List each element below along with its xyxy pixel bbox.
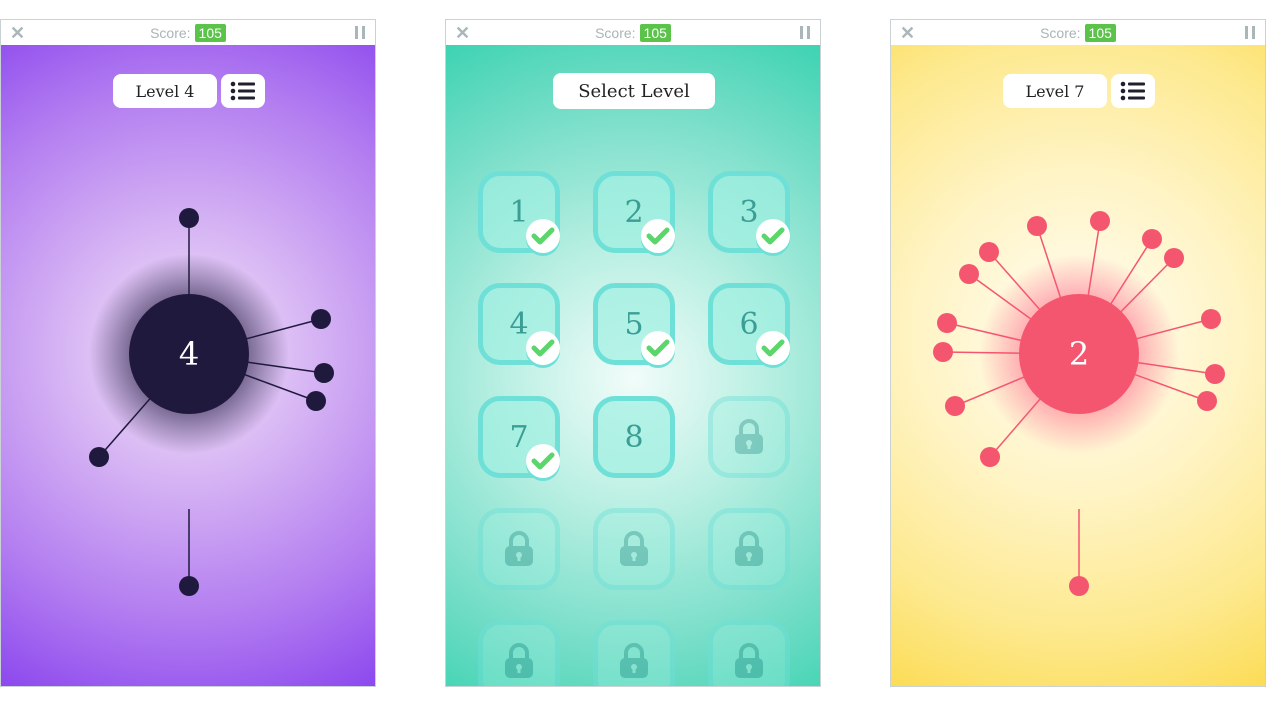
pin-dot <box>1142 229 1162 249</box>
list-icon <box>1120 81 1145 101</box>
top-bar: ✕ Score: 105 <box>446 20 820 45</box>
level-tile-locked <box>708 620 790 686</box>
pin-dot <box>933 342 953 362</box>
pin-dot <box>959 264 979 284</box>
pin-dot <box>89 447 109 467</box>
level-number: 8 <box>624 419 644 455</box>
lock-icon <box>735 643 763 678</box>
completed-check-icon <box>641 219 675 253</box>
pin-dot <box>1197 391 1217 411</box>
level-tile-1[interactable]: 1 <box>478 171 560 253</box>
top-bar: ✕ Score: 105 <box>891 20 1265 45</box>
game-area[interactable]: 2 Level 7 <box>891 45 1265 686</box>
pin-dot <box>306 391 326 411</box>
level-menu-button[interactable] <box>221 74 265 108</box>
score-label: Score: <box>150 24 191 41</box>
list-icon <box>230 81 255 101</box>
score-badge: 105 <box>639 23 671 42</box>
completed-check-icon <box>526 219 560 253</box>
level-tile-3[interactable]: 3 <box>708 171 790 253</box>
game-area[interactable]: 4 Level 4 <box>1 45 375 686</box>
lock-icon <box>620 531 648 566</box>
score-label: Score: <box>595 24 636 41</box>
completed-check-icon <box>756 331 790 365</box>
waiting-pin-dot <box>1069 576 1089 596</box>
lock-icon <box>735 531 763 566</box>
level-tile-2[interactable]: 2 <box>593 171 675 253</box>
pause-icon[interactable] <box>355 26 365 39</box>
center-number: 2 <box>1069 335 1089 373</box>
level-tile-6[interactable]: 6 <box>708 283 790 365</box>
pin-dot <box>179 208 199 228</box>
level-grid: Select Level 123 456 7 8 <box>446 45 820 686</box>
top-bar: ✕ Score: 105 <box>1 20 375 45</box>
level-menu-button[interactable] <box>1111 74 1155 108</box>
lock-icon <box>620 643 648 678</box>
pin-dot <box>980 447 1000 467</box>
level-tile-locked <box>593 620 675 686</box>
lock-icon <box>505 643 533 678</box>
close-icon[interactable]: ✕ <box>900 23 915 44</box>
game-screen-level-4: ✕ Score: 105 4 Level 4 <box>0 19 376 687</box>
pause-icon[interactable] <box>800 26 810 39</box>
select-level-title: Select Level <box>553 73 715 109</box>
level-tile-locked <box>708 508 790 590</box>
score-badge: 105 <box>1084 23 1116 42</box>
lock-icon <box>505 531 533 566</box>
pin-dot <box>979 242 999 262</box>
pin-dot <box>937 313 957 333</box>
level-tile-locked <box>478 508 560 590</box>
close-icon[interactable]: ✕ <box>455 23 470 44</box>
close-icon[interactable]: ✕ <box>10 23 25 44</box>
completed-check-icon <box>641 331 675 365</box>
pin-dot <box>1027 216 1047 236</box>
level-label: Level 7 <box>1003 74 1107 108</box>
score-label: Score: <box>1040 24 1081 41</box>
game-screen-level-7: ✕ Score: 105 2 Level 7 <box>890 19 1266 687</box>
pin-dot <box>945 396 965 416</box>
level-tile-locked <box>708 396 790 478</box>
pin-dot <box>1090 211 1110 231</box>
completed-check-icon <box>756 219 790 253</box>
completed-check-icon <box>526 444 560 478</box>
pin-dot <box>314 363 334 383</box>
pin-dot <box>1201 309 1221 329</box>
completed-check-icon <box>526 331 560 365</box>
pin-dot <box>311 309 331 329</box>
level-tile-4[interactable]: 4 <box>478 283 560 365</box>
waiting-pin-dot <box>179 576 199 596</box>
pin-dot <box>1205 364 1225 384</box>
pin-dot <box>1164 248 1184 268</box>
lock-icon <box>735 419 763 454</box>
score-badge: 105 <box>194 23 226 42</box>
level-label: Level 4 <box>113 74 217 108</box>
level-tile-7[interactable]: 7 <box>478 396 560 478</box>
game-board: 4 <box>89 208 334 596</box>
level-tile-8[interactable]: 8 <box>593 396 675 478</box>
level-tile-locked <box>593 508 675 590</box>
level-tile-5[interactable]: 5 <box>593 283 675 365</box>
pause-icon[interactable] <box>1245 26 1255 39</box>
level-select-screen: ✕ Score: 105 Select Level 123 456 7 8 <box>445 19 821 687</box>
level-tile-locked <box>478 620 560 686</box>
center-number: 4 <box>179 335 199 373</box>
game-board: 2 <box>933 211 1225 596</box>
